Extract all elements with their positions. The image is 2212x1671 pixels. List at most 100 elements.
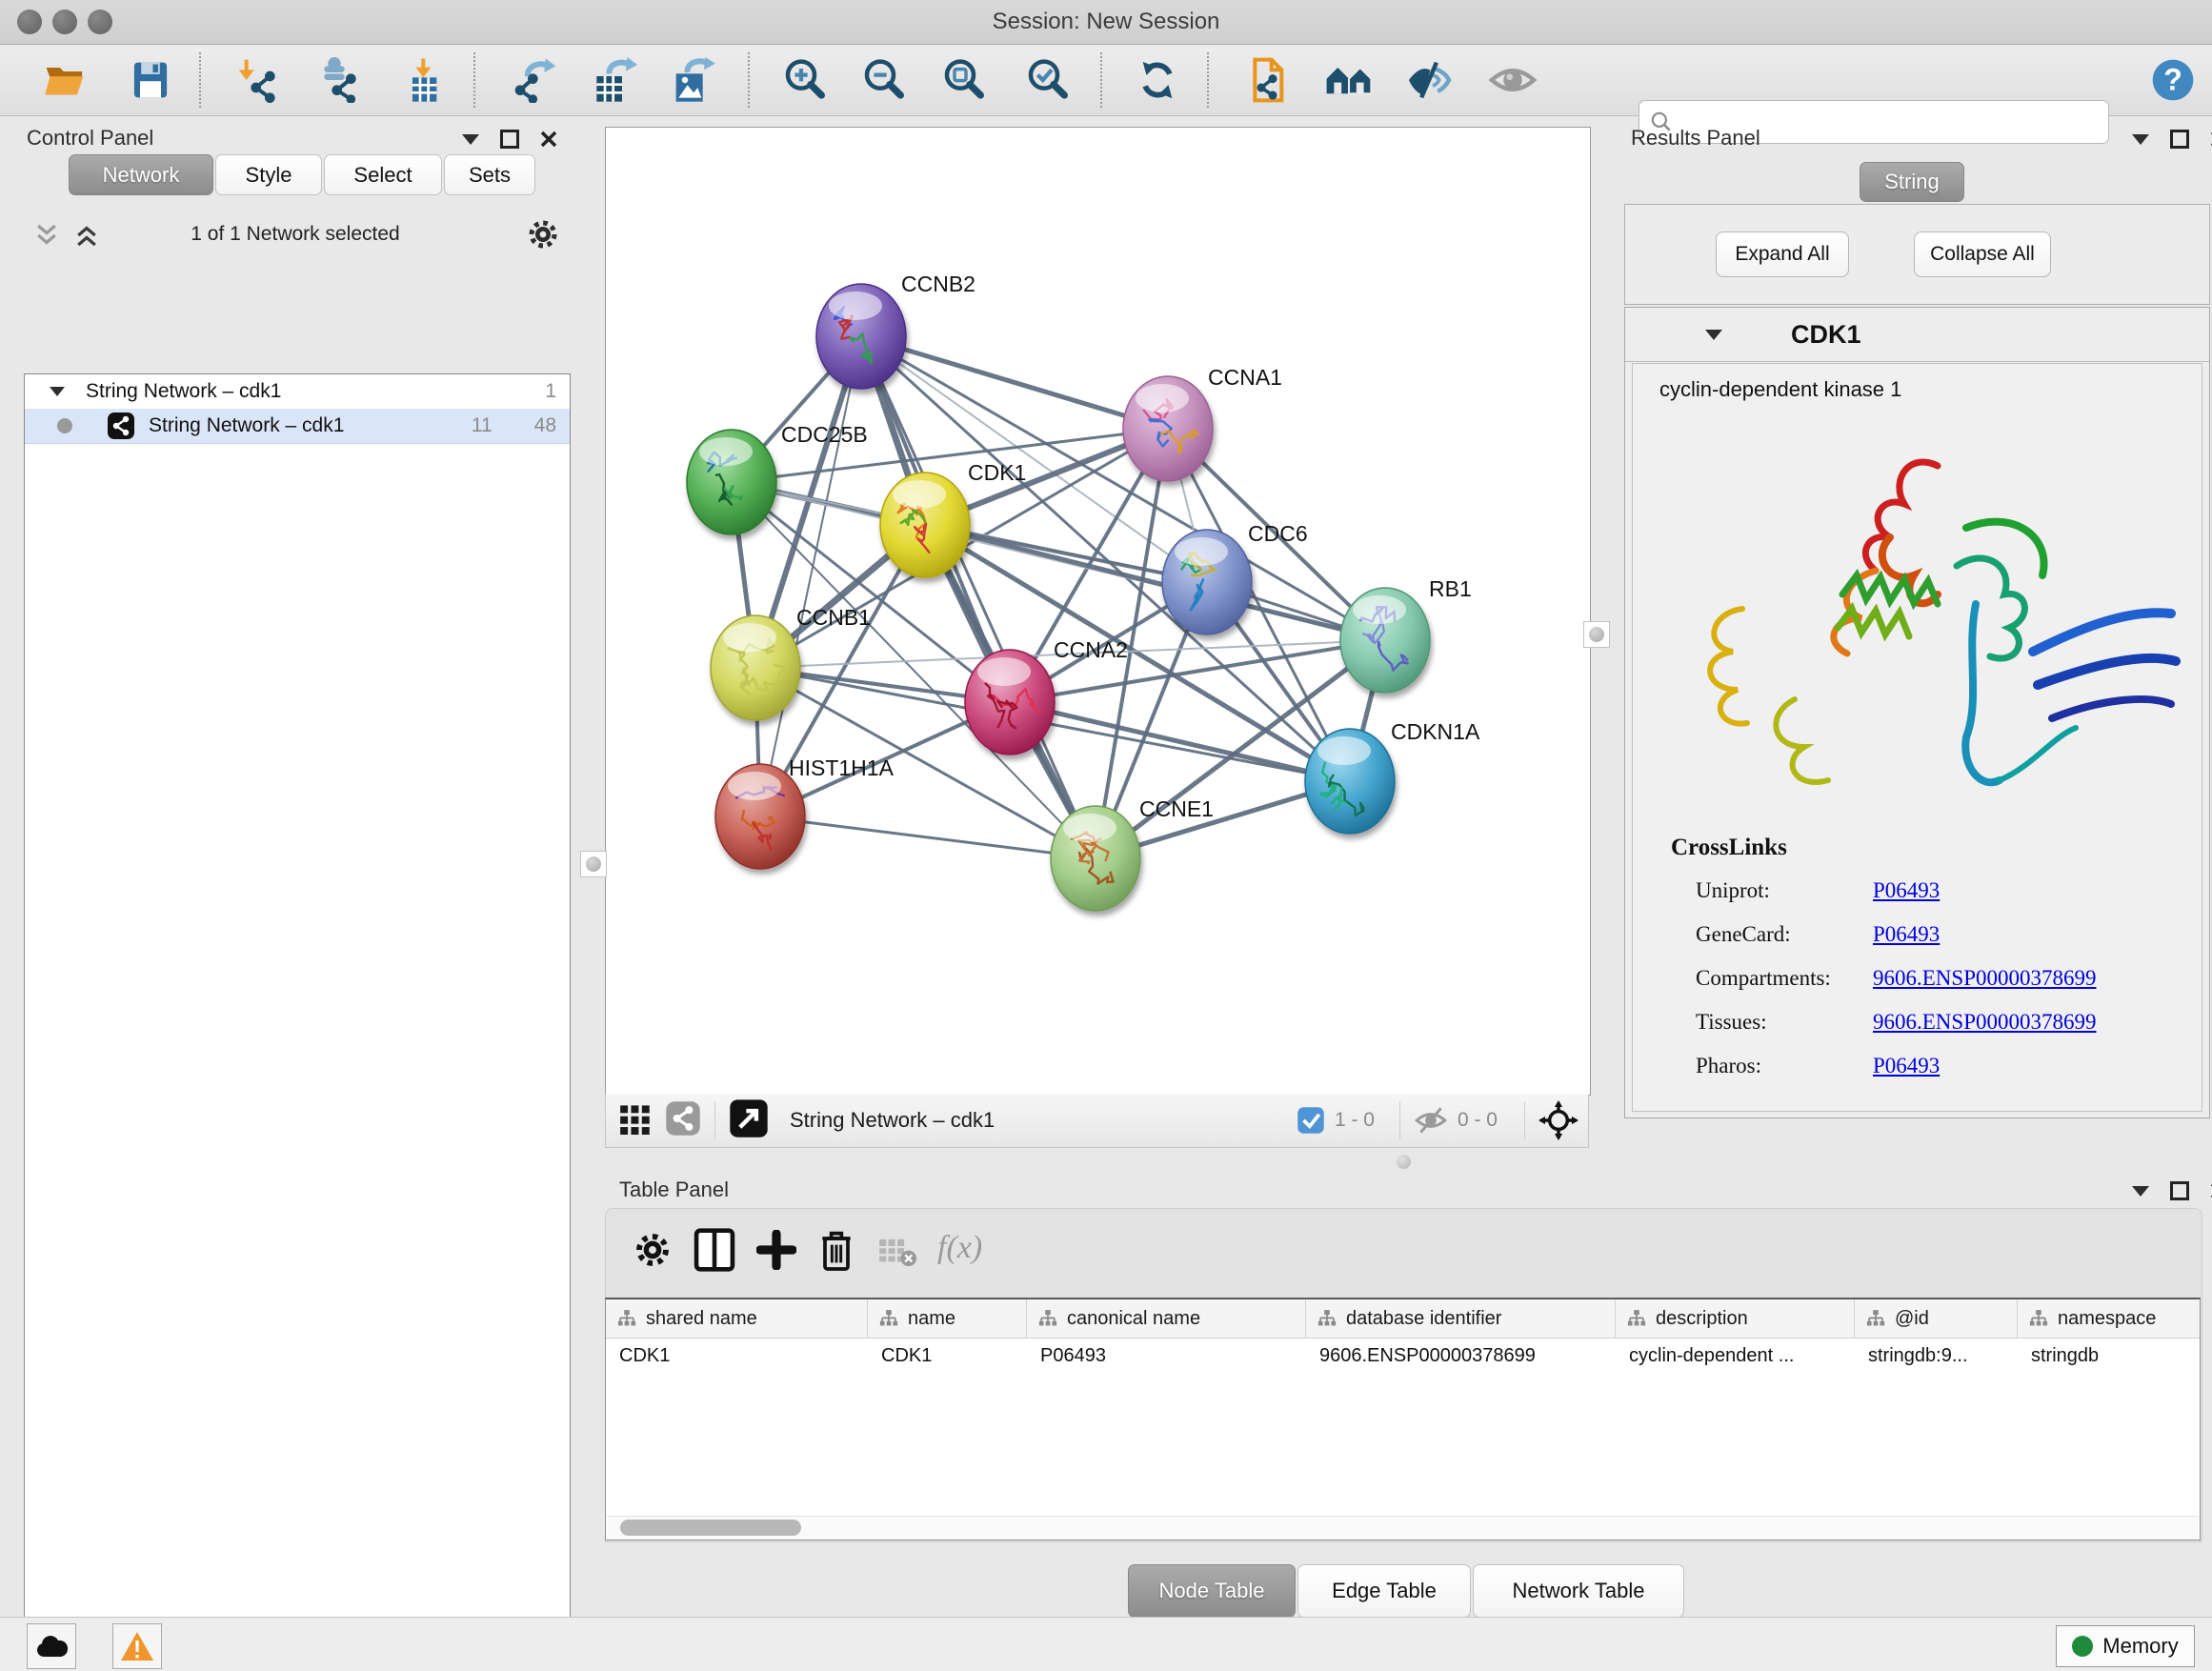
memory-button[interactable]: Memory [2056,1625,2195,1667]
import-table-button[interactable] [398,54,450,106]
export-network-button[interactable] [510,54,561,106]
open-session-button[interactable] [39,54,90,106]
expand-all-button[interactable]: Expand All [1716,232,1849,277]
zoom-fit-button[interactable] [938,54,990,106]
table-options-button[interactable] [633,1230,673,1275]
expand-all-button[interactable] [72,221,101,254]
crosslink-link-compartments[interactable]: 9606.ENSP00000378699 [1873,966,2097,991]
column-header-shared-name[interactable]: shared name [606,1299,868,1338]
tab-network-table[interactable]: Network Table [1473,1564,1684,1618]
result-card-header[interactable]: CDK1 [1625,308,2209,362]
panel-menu-icon[interactable] [2132,134,2149,145]
network-collection-row[interactable]: String Network – cdk1 1 [25,374,570,409]
crosslink-link-uniprot[interactable]: P06493 [1873,878,1940,903]
scrollbar-thumb[interactable] [620,1520,801,1536]
table-cell[interactable]: stringdb:9... [1855,1339,2018,1373]
column-header-canonical-name[interactable]: canonical name [1027,1299,1306,1338]
panel-menu-icon[interactable] [462,134,479,145]
node-CCNB1[interactable] [711,615,800,720]
tab-sets[interactable]: Sets [444,154,535,195]
tab-edge-table[interactable]: Edge Table [1297,1564,1471,1618]
tab-string[interactable]: String [1860,162,1964,202]
node-CDKN1A[interactable] [1305,729,1395,834]
network-canvas[interactable]: CCNB2CCNA1CDC25BCDK1CDC6RB1CCNB1CCNA2CDK… [605,127,1591,1096]
edge-CCNA2-CDKN1A[interactable] [1010,702,1350,781]
node-CDK1[interactable] [880,473,970,577]
column-header-name[interactable]: name [868,1299,1027,1338]
edge-CCNB2-CCNE1[interactable] [861,336,1096,858]
crosslink-link-pharos[interactable]: P06493 [1873,1054,1940,1078]
delete-table-button[interactable] [878,1238,916,1273]
left-splitter-handle[interactable] [580,851,607,877]
export-table-button[interactable] [589,54,640,106]
panel-menu-icon[interactable] [2132,1186,2149,1197]
table-cell[interactable]: 9606.ENSP00000378699 [1306,1339,1616,1373]
tab-node-table[interactable]: Node Table [1128,1564,1296,1618]
edge-CCNB2-HIST1H1A[interactable] [760,336,861,816]
network-overview-button[interactable] [665,1100,701,1141]
table-cell[interactable]: stringdb [2018,1339,2201,1373]
zoom-out-button[interactable] [858,54,910,106]
table-horizontal-scrollbar[interactable] [607,1516,2199,1540]
panel-float-icon[interactable] [2170,1181,2189,1200]
zoom-selected-button[interactable] [1022,54,1074,106]
horizontal-splitter-handle[interactable] [1397,1155,1411,1169]
string-import-button[interactable] [1243,54,1295,106]
node-CDC25B[interactable] [687,430,776,534]
edge-CCNB2-CCNA1[interactable] [861,336,1168,429]
column-header-database-identifier[interactable]: database identifier [1306,1299,1616,1338]
column-header--id[interactable]: @id [1855,1299,2018,1338]
table-cell[interactable]: CDK1 [606,1339,868,1373]
edge-CDK1-RB1[interactable] [925,525,1385,640]
zoom-in-button[interactable] [779,54,831,106]
apply-layout-button[interactable] [1132,54,1183,106]
function-builder-button[interactable]: f(x) [937,1230,982,1266]
edge-HIST1H1A-CCNE1[interactable] [760,816,1096,858]
string-home-button[interactable] [1323,54,1375,106]
right-splitter-handle[interactable] [1583,621,1610,648]
column-header-namespace[interactable]: namespace [2018,1299,2201,1338]
node-RB1[interactable] [1340,588,1430,693]
show-columns-button[interactable] [694,1228,735,1277]
hide-glass-effect-button[interactable] [1403,54,1455,106]
node-CDC6[interactable] [1162,530,1252,634]
grid-view-button[interactable] [619,1102,652,1139]
node-CCNA2[interactable] [965,650,1055,755]
node-CCNA1[interactable] [1123,376,1213,481]
create-column-button[interactable] [756,1230,796,1275]
detach-view-button[interactable] [729,1098,769,1143]
table-cell[interactable]: cyclin-dependent ... [1616,1339,1855,1373]
network-options-button[interactable] [526,217,560,256]
tab-style[interactable]: Style [215,154,322,195]
help-button[interactable]: ? [2147,54,2199,106]
panel-close-icon[interactable] [540,131,557,148]
hidden-eye-icon[interactable] [1414,1105,1448,1136]
crosslink-link-genecard[interactable]: P06493 [1873,922,1940,947]
crosslink-link-tissues[interactable]: 9606.ENSP00000378699 [1873,1010,2097,1035]
network-row-selected[interactable]: String Network – cdk1 11 48 [25,409,570,444]
delete-column-button[interactable] [817,1228,855,1277]
show-glass-effect-button[interactable] [1487,54,1538,106]
node-CCNE1[interactable] [1051,806,1140,911]
collapse-all-button[interactable]: Collapse All [1914,232,2051,277]
tab-network[interactable]: Network [69,154,213,195]
table-cell[interactable]: CDK1 [868,1339,1027,1373]
tab-select[interactable]: Select [324,154,442,195]
section-expander-icon[interactable] [1705,330,1722,340]
selected-checkbox-icon[interactable] [1297,1106,1325,1135]
column-header-description[interactable]: description [1616,1299,1855,1338]
panel-float-icon[interactable] [500,130,519,149]
table-row[interactable]: CDK1CDK1P064939606.ENSP00000378699cyclin… [606,1339,2200,1373]
export-image-button[interactable] [667,54,718,106]
table-cell[interactable]: P06493 [1027,1339,1306,1373]
panel-float-icon[interactable] [2170,130,2189,149]
import-network-button[interactable] [231,54,283,106]
collapse-all-button[interactable] [32,221,61,254]
import-network-from-database-button[interactable] [312,54,364,106]
tree-expander-icon[interactable] [50,387,65,396]
warnings-button[interactable] [112,1623,162,1669]
fit-crosshair-icon[interactable] [1538,1100,1579,1140]
save-session-button[interactable] [125,54,176,106]
node-CCNB2[interactable] [816,284,906,389]
cloud-status-button[interactable] [27,1623,76,1669]
